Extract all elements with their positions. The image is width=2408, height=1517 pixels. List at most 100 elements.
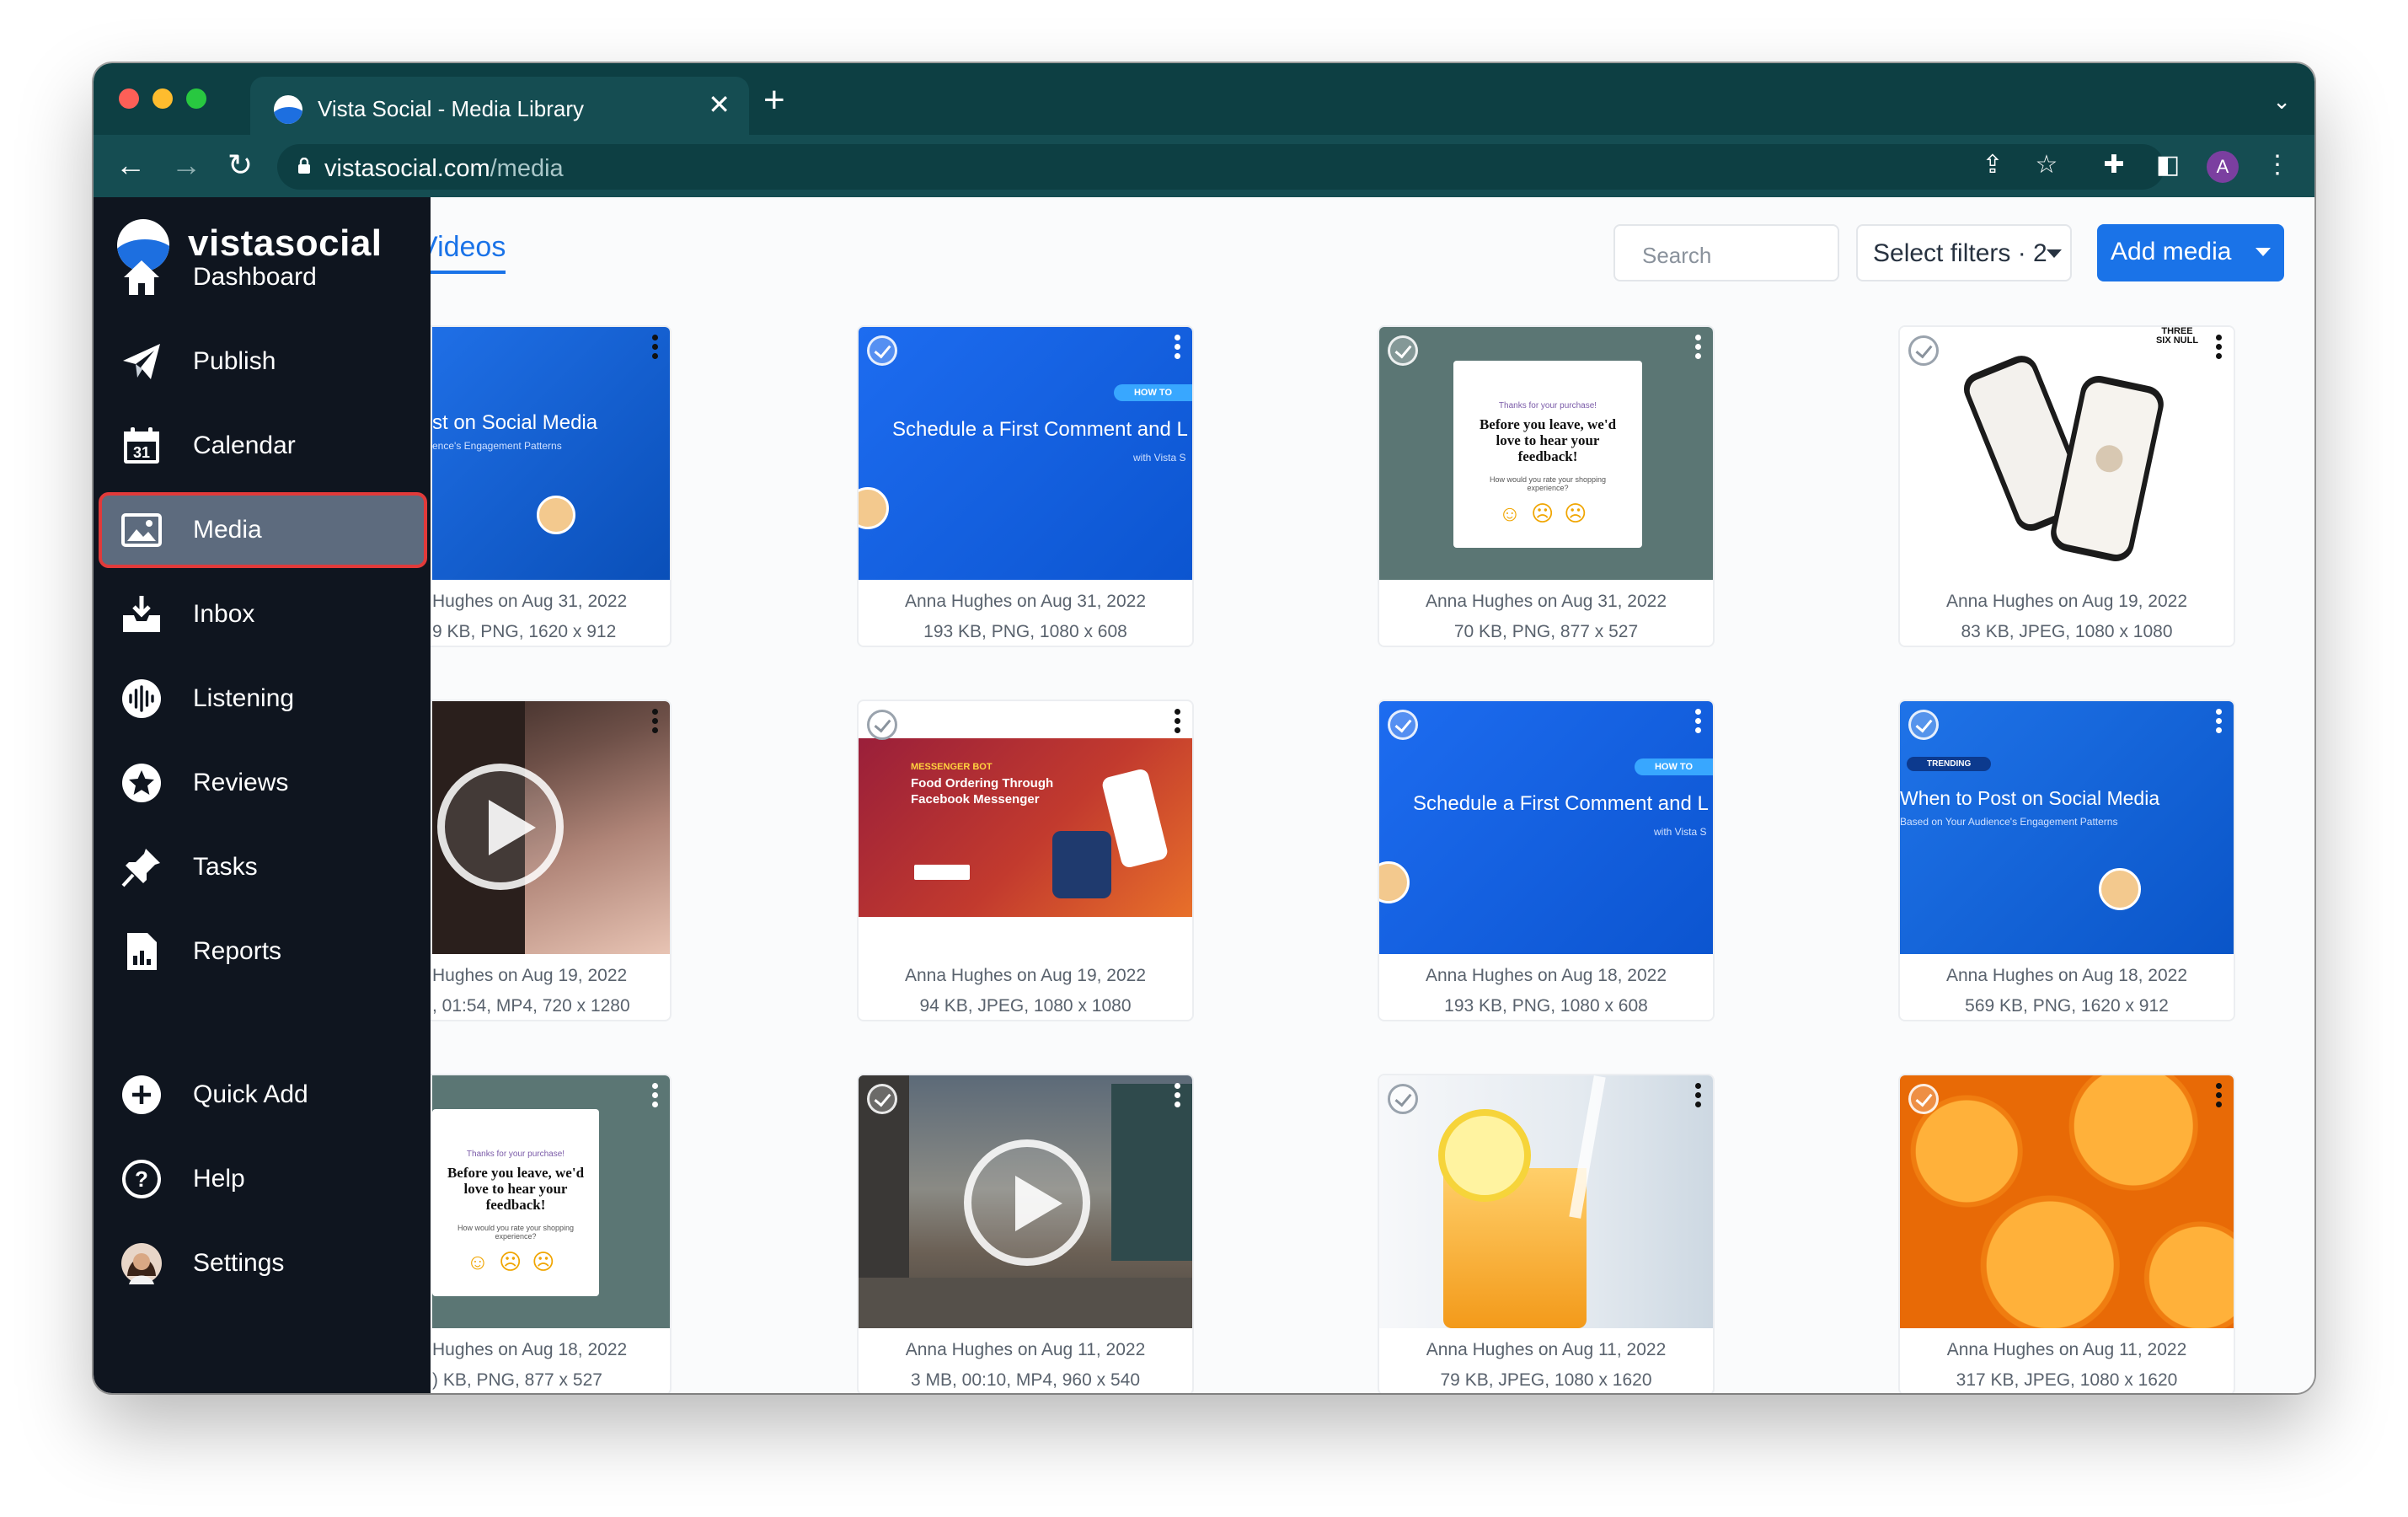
sidebar-item-reports[interactable]: Reports (99, 914, 427, 989)
media-card[interactable]: HOW TO Schedule a First Comment and L wi… (1378, 700, 1715, 1021)
rating-emoji-icons: ☺☹☹ (466, 1249, 565, 1274)
media-details: 83 KB, JPEG, 1080 x 1080 (1961, 622, 2173, 641)
sidebar: vistasocial Dashboard Publish 31 Calenda… (94, 197, 431, 1393)
filters-label: Select filters · 2 (1873, 239, 2047, 267)
media-card[interactable]: THREE SIX NULL Anna Hughes on Aug 19, 20… (1898, 325, 2235, 647)
media-thumbnail: Thanks for your purchase! Before you lea… (432, 1075, 670, 1328)
brand-text: THREE SIX NULL (2155, 327, 2199, 346)
sidebar-item-label: Listening (193, 684, 295, 712)
more-options-icon[interactable] (2210, 332, 2227, 366)
thumbnail-subtitle: ence's Engagement Patterns (432, 440, 562, 452)
browser-menu-icon[interactable]: ⋮ (2261, 148, 2294, 182)
media-thumbnail: MESSENGER BOT Food Ordering Through Face… (859, 738, 1192, 917)
sidebar-item-label: Inbox (193, 600, 255, 628)
thumbnail-badge: HOW TO (1113, 384, 1192, 401)
speaker-photo (537, 496, 575, 534)
select-checkbox[interactable] (867, 710, 897, 740)
profile-avatar[interactable]: A (2207, 151, 2239, 183)
sidebar-item-label: Settings (193, 1249, 285, 1277)
media-card[interactable]: TRENDING When to Post on Social Media Ba… (1898, 700, 2235, 1021)
media-details: 193 KB, PNG, 1080 x 608 (1444, 996, 1648, 1016)
maximize-window-button[interactable] (186, 88, 206, 109)
media-card[interactable]: Anna Hughes on Aug 11, 2022 317 KB, JPEG… (1898, 1074, 2235, 1393)
thumbnail-caption: Food Ordering Through Facebook Messenger (911, 776, 1054, 807)
more-options-icon[interactable] (646, 332, 663, 366)
browser-toolbar: ← → ↻ vistasocial.com/media ⇪ ☆ ✚ ◧ A ⋮ (94, 135, 2314, 197)
media-card[interactable]: Anna Hughes on Aug 11, 2022 3 MB, 00:10,… (857, 1074, 1194, 1393)
sidebar-item-reviews[interactable]: Reviews (99, 745, 427, 821)
close-tab-icon[interactable]: ✕ (708, 90, 730, 119)
select-checkbox[interactable] (867, 335, 897, 366)
more-options-icon[interactable] (646, 1080, 663, 1114)
bookmark-star-icon[interactable]: ☆ (2030, 148, 2063, 182)
address-bar[interactable]: vistasocial.com/media (277, 144, 2165, 190)
reload-icon[interactable]: ↻ (222, 147, 259, 184)
sidebar-item-quick-add[interactable]: Quick Add (99, 1057, 427, 1133)
media-card[interactable]: HOW TO Schedule a First Comment and L wi… (857, 325, 1194, 647)
media-thumbnail (859, 1075, 1192, 1328)
chevron-down-icon (2047, 249, 2062, 258)
more-options-icon[interactable] (2210, 706, 2227, 740)
play-icon[interactable] (964, 1139, 1090, 1266)
tab-search-chevron-icon[interactable]: ⌄ (2272, 88, 2291, 115)
speaker-photo (859, 487, 889, 529)
sidebar-item-tasks[interactable]: Tasks (99, 829, 427, 905)
select-checkbox[interactable] (1908, 1084, 1939, 1114)
sidebar-item-publish[interactable]: Publish (99, 324, 427, 399)
minimize-window-button[interactable] (153, 88, 173, 109)
search-input[interactable]: Search (1613, 224, 1839, 281)
media-uploader: Anna Hughes on Aug 19, 2022 (904, 966, 1147, 985)
sidebar-item-label: Publish (193, 347, 276, 375)
browser-tab[interactable]: Vista Social - Media Library ✕ (250, 77, 749, 135)
extensions-icon[interactable]: ✚ (2097, 148, 2131, 182)
media-thumbnail (1379, 1075, 1713, 1328)
back-icon[interactable]: ← (112, 147, 149, 184)
sidebar-item-settings[interactable]: Settings (99, 1225, 427, 1301)
sidebar-item-inbox[interactable]: Inbox (99, 576, 427, 652)
forward-icon[interactable]: → (168, 147, 205, 184)
feedback-sub: How would you rate your shopping experie… (1489, 475, 1607, 492)
speaker-photo (2099, 868, 2141, 910)
more-options-icon[interactable] (1689, 332, 1706, 366)
more-options-icon[interactable] (2210, 1080, 2227, 1114)
more-options-icon[interactable] (1689, 1080, 1706, 1114)
feedback-sub: How would you rate your shopping experie… (457, 1224, 575, 1241)
select-checkbox[interactable] (1388, 335, 1418, 366)
more-options-icon[interactable] (1169, 332, 1185, 366)
more-options-icon[interactable] (646, 706, 663, 740)
more-options-icon[interactable] (1169, 706, 1185, 740)
media-uploader: Anna Hughes on Aug 11, 2022 (1946, 1340, 2187, 1359)
feedback-heading: Before you leave, we'd love to hear your… (447, 1165, 585, 1213)
sidebar-item-media[interactable]: Media (99, 492, 427, 568)
select-checkbox[interactable] (1388, 1084, 1418, 1114)
tab-videos[interactable]: Videos (419, 231, 506, 274)
new-tab-icon[interactable]: + (763, 82, 785, 119)
media-card[interactable]: MESSENGER BOT Food Ordering Through Face… (857, 700, 1194, 1021)
thumbnail-subtitle: with Vista S (1133, 452, 1186, 464)
thumbnail-subtitle: MESSENGER BOT (911, 762, 993, 772)
close-window-button[interactable] (119, 88, 139, 109)
select-filters-dropdown[interactable]: Select filters · 2 (1856, 224, 2072, 281)
add-media-button[interactable]: Add media (2097, 224, 2284, 281)
media-card[interactable]: Thanks for your purchase! Before you lea… (1378, 325, 1715, 647)
sidebar-item-calendar[interactable]: 31 Calendar (99, 408, 427, 484)
speaker-photo (1379, 861, 1410, 903)
media-card[interactable]: Anna Hughes on Aug 11, 2022 79 KB, JPEG,… (1378, 1074, 1715, 1393)
share-icon[interactable]: ⇪ (1976, 148, 2009, 182)
select-checkbox[interactable] (1388, 710, 1418, 740)
sidebar-item-dashboard[interactable]: Dashboard (99, 239, 427, 315)
play-icon[interactable] (437, 764, 564, 890)
select-checkbox[interactable] (1908, 335, 1939, 366)
calendar-icon: 31 (124, 427, 159, 464)
sidebar-item-listening[interactable]: Listening (99, 661, 427, 737)
more-options-icon[interactable] (1689, 706, 1706, 740)
paper-plane-icon (123, 344, 160, 379)
media-uploader: Hughes on Aug 18, 2022 (432, 1340, 628, 1359)
sidebar-item-help[interactable]: ? Help (99, 1141, 427, 1217)
select-checkbox[interactable] (867, 1084, 897, 1114)
select-checkbox[interactable] (1908, 710, 1939, 740)
media-details: 3 MB, 00:10, MP4, 960 x 540 (911, 1370, 1140, 1390)
more-options-icon[interactable] (1169, 1080, 1185, 1114)
side-panel-icon[interactable]: ◧ (2151, 148, 2185, 182)
sidebar-item-label: Reviews (193, 769, 289, 796)
